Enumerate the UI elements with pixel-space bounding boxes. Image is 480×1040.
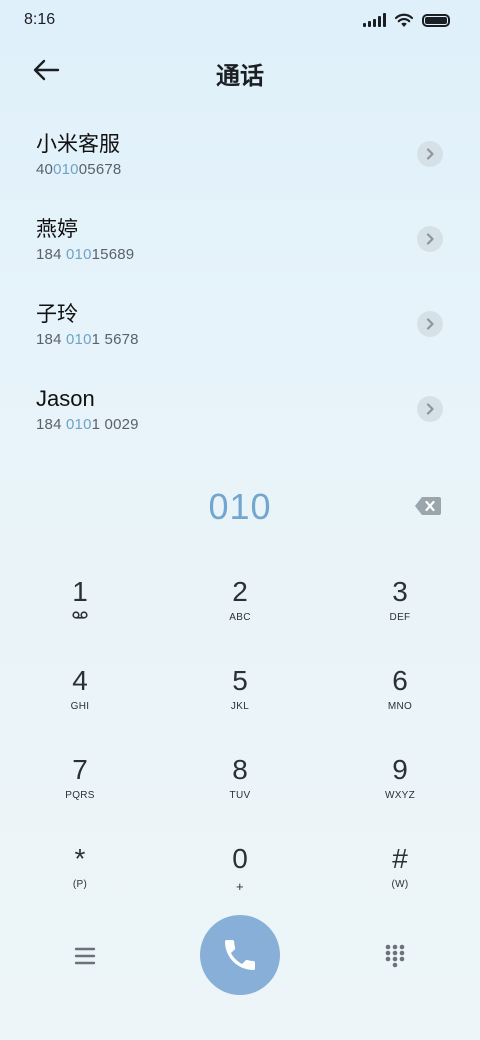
chevron-right-icon (426, 233, 434, 245)
key-digit: 9 (392, 754, 408, 785)
dial-keypad: 1 2 ABC 3 DEF 4 GHI 5 JKL 6 MNO 7 PQRS 8… (0, 570, 480, 926)
status-time: 8:16 (24, 11, 56, 28)
key-digit: 2 (232, 576, 248, 607)
backspace-icon (415, 497, 441, 515)
contact-name: Jason (36, 386, 95, 411)
key-letters: JKL (230, 701, 250, 712)
key-digit: # (392, 843, 408, 874)
key-7[interactable]: 7 PQRS (0, 748, 160, 837)
key-6[interactable]: 6 MNO (320, 659, 480, 748)
key-1[interactable]: 1 (0, 570, 160, 659)
key-digit: 0 (232, 843, 248, 874)
number-match-highlight: 010 (66, 331, 92, 348)
contact-number: 184 0101 5678 (36, 331, 139, 348)
key-letters: MNO (387, 701, 413, 712)
contact-item[interactable]: 子玲 184 0101 5678 (0, 282, 480, 367)
signal-icon (363, 13, 386, 27)
key-star[interactable]: * (P) (0, 837, 160, 926)
menu-button[interactable] (66, 944, 104, 968)
chevron-right-icon (426, 403, 434, 415)
wifi-icon (394, 13, 414, 27)
key-letters: PQRS (65, 790, 95, 801)
contact-suggestions-list: 小米客服 4001005678 燕婷 184 01015689 子玲 184 0… (0, 112, 480, 452)
contact-item[interactable]: 燕婷 184 01015689 (0, 197, 480, 282)
chevron-right-icon (426, 148, 434, 160)
contact-detail-button[interactable] (417, 226, 443, 252)
contact-item[interactable]: 小米客服 4001005678 (0, 112, 480, 197)
status-bar: 8:16 (0, 0, 480, 40)
keypad-toggle-button[interactable] (382, 942, 408, 970)
key-letters: WXYZ (384, 790, 416, 801)
key-digit: 3 (392, 576, 408, 607)
dialed-number[interactable]: 010 (0, 486, 480, 528)
number-match-highlight: 010 (66, 416, 92, 433)
contact-number: 184 01015689 (36, 246, 135, 263)
key-8[interactable]: 8 TUV (160, 748, 320, 837)
key-letters: ABC (229, 612, 251, 623)
contact-item[interactable]: Jason 184 0101 0029 (0, 367, 480, 452)
call-button[interactable] (200, 915, 280, 995)
voicemail-icon (72, 611, 88, 619)
key-digit: 6 (392, 665, 408, 696)
key-0[interactable]: 0 + (160, 837, 320, 926)
key-2[interactable]: 2 ABC (160, 570, 320, 659)
header: 通话 (0, 48, 480, 92)
key-letters: TUV (229, 790, 251, 801)
dialer-bottom-bar (0, 914, 480, 996)
key-letters: + (236, 879, 244, 894)
backspace-button[interactable] (414, 496, 442, 516)
contact-number: 4001005678 (36, 161, 122, 178)
keypad-grid-icon (385, 944, 405, 968)
key-letters: DEF (389, 612, 411, 623)
key-digit: 4 (72, 665, 88, 696)
contact-name: 小米客服 (36, 132, 120, 156)
key-letters: (P) (72, 879, 88, 890)
dial-display: 010 (0, 484, 480, 532)
key-digit: * (74, 843, 86, 874)
chevron-right-icon (426, 318, 434, 330)
status-icons (363, 12, 450, 28)
key-digit: 8 (232, 754, 248, 785)
key-letters: (W) (391, 879, 409, 890)
page-title: 通话 (216, 62, 264, 90)
contact-number: 184 0101 0029 (36, 416, 139, 433)
key-4[interactable]: 4 GHI (0, 659, 160, 748)
key-9[interactable]: 9 WXYZ (320, 748, 480, 837)
contact-detail-button[interactable] (417, 311, 443, 337)
key-5[interactable]: 5 JKL (160, 659, 320, 748)
contact-detail-button[interactable] (417, 396, 443, 422)
phone-icon (225, 940, 255, 970)
key-hash[interactable]: # (W) (320, 837, 480, 926)
number-match-highlight: 010 (66, 246, 92, 263)
key-digit: 5 (232, 665, 248, 696)
contact-name: 燕婷 (36, 217, 78, 241)
key-digit: 1 (72, 576, 88, 607)
key-letters: GHI (70, 701, 90, 712)
contact-name: 子玲 (36, 302, 78, 326)
contact-detail-button[interactable] (417, 141, 443, 167)
menu-icon (74, 947, 96, 965)
number-match-highlight: 010 (53, 161, 79, 178)
key-digit: 7 (72, 754, 88, 785)
key-3[interactable]: 3 DEF (320, 570, 480, 659)
battery-icon (422, 13, 450, 27)
